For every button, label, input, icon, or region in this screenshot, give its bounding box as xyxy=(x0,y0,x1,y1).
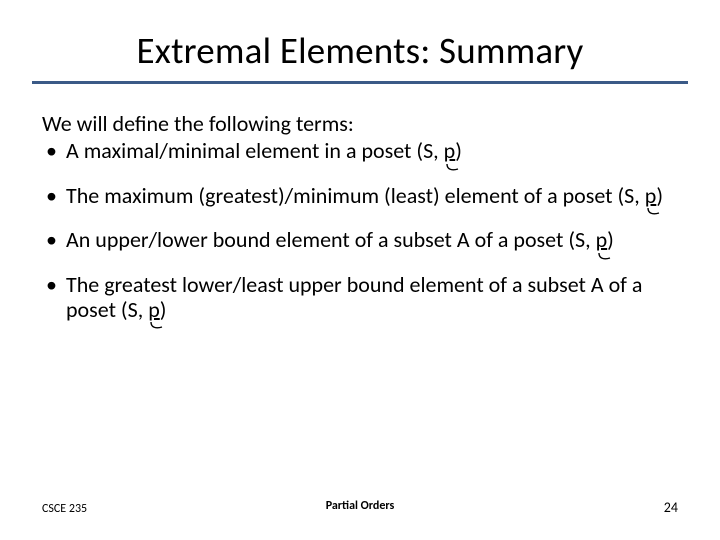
bullet-text-post: ) xyxy=(455,137,462,164)
preceq-hook-icon xyxy=(647,207,660,217)
bullet-text-pre: An upper/lower bound element of a subset… xyxy=(66,226,596,253)
footer-page-number: 24 xyxy=(664,499,678,516)
footer-topic: Partial Orders xyxy=(326,499,395,513)
footer-course: CSCE 235 xyxy=(42,502,87,516)
list-item: A maximal/minimal element in a poset (S,… xyxy=(42,139,678,164)
preceq-hook-icon xyxy=(598,252,611,262)
list-item: The greatest lower/least upper bound ele… xyxy=(42,273,678,322)
slide-title: Extremal Elements: Summary xyxy=(42,28,678,81)
bullet-text-post: ) xyxy=(160,296,167,323)
preceq-hook-icon xyxy=(150,321,163,331)
preceq-symbol: p xyxy=(596,228,608,253)
list-item: An upper/lower bound element of a subset… xyxy=(42,228,678,253)
preceq-symbol: p xyxy=(645,184,657,209)
preceq-hook-icon xyxy=(446,163,459,173)
bullet-text-pre: A maximal/minimal element in a poset (S, xyxy=(66,137,444,164)
intro-text: We will define the following terms: xyxy=(42,110,678,137)
preceq-p: p xyxy=(596,226,608,253)
preceq-symbol: p xyxy=(148,298,160,323)
slide: Extremal Elements: Summary We will defin… xyxy=(0,0,720,540)
bullet-text-post: ) xyxy=(656,182,663,209)
footer: CSCE 235 Partial Orders 24 xyxy=(42,499,678,516)
preceq-p: p xyxy=(444,137,456,164)
preceq-p: p xyxy=(645,182,657,209)
bullet-text-post: ) xyxy=(607,226,614,253)
preceq-symbol: p xyxy=(444,139,456,164)
bullet-text-pre: The maximum (greatest)/minimum (least) e… xyxy=(66,182,645,209)
title-underline xyxy=(32,81,688,84)
preceq-p: p xyxy=(148,296,160,323)
list-item: The maximum (greatest)/minimum (least) e… xyxy=(42,184,678,209)
bullet-list: A maximal/minimal element in a poset (S,… xyxy=(42,139,678,322)
